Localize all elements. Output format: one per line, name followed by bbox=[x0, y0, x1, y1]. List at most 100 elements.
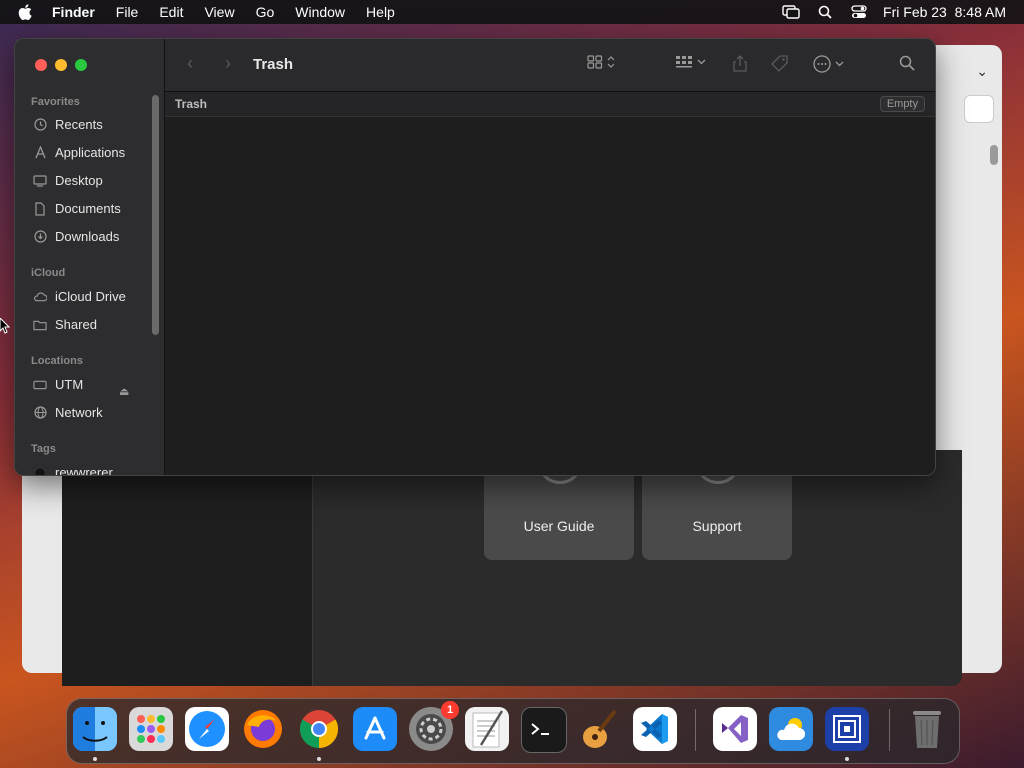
finder-icon bbox=[73, 707, 117, 751]
remote-desktop-icon bbox=[833, 715, 861, 743]
more-actions-icon[interactable] bbox=[813, 55, 844, 73]
view-mode-icon[interactable] bbox=[587, 55, 615, 69]
sidebar-item-label: Downloads bbox=[55, 229, 120, 244]
launchpad-icon bbox=[137, 715, 165, 743]
sidebar-item-label: Desktop bbox=[55, 173, 103, 188]
close-button[interactable] bbox=[35, 59, 47, 71]
applications-icon bbox=[33, 146, 47, 160]
empty-trash-button[interactable]: Empty bbox=[879, 96, 925, 112]
sidebar-item-recents[interactable]: Recents bbox=[33, 117, 103, 132]
chevron-down-icon[interactable]: ⌄ bbox=[976, 63, 988, 80]
finder-toolbar: ‹ › Trash bbox=[165, 39, 935, 92]
menu-help[interactable]: Help bbox=[366, 4, 395, 20]
window-title: Trash bbox=[253, 56, 294, 73]
menu-file[interactable]: File bbox=[116, 4, 139, 20]
sidebar-item-label: Documents bbox=[55, 201, 121, 216]
document-icon bbox=[33, 201, 47, 216]
sidebar-item-label: Network bbox=[55, 405, 103, 420]
dock-visual-studio[interactable] bbox=[713, 707, 757, 751]
search-icon[interactable] bbox=[899, 55, 915, 71]
sidebar-item-desktop[interactable]: Desktop bbox=[33, 173, 103, 188]
dock-remote-desktop[interactable] bbox=[825, 707, 869, 751]
sidebar-scrollbar[interactable] bbox=[152, 95, 159, 335]
icloud-header: iCloud bbox=[31, 267, 66, 279]
terminal-icon bbox=[531, 723, 549, 735]
sidebar-item-icloud-drive[interactable]: iCloud Drive bbox=[33, 289, 126, 304]
tags-header: Tags bbox=[31, 443, 56, 455]
eject-icon[interactable]: ⏏ bbox=[119, 385, 129, 398]
menu-view[interactable]: View bbox=[204, 4, 234, 20]
tag-icon[interactable] bbox=[771, 55, 788, 72]
dock: 1 bbox=[66, 698, 960, 764]
sidebar-item-utm[interactable]: UTM bbox=[33, 377, 83, 392]
dock-textedit[interactable] bbox=[465, 707, 509, 751]
dock-firefox[interactable] bbox=[241, 707, 285, 751]
menu-window[interactable]: Window bbox=[295, 4, 345, 20]
spotlight-search-icon[interactable] bbox=[815, 4, 835, 20]
screen-mirroring-icon[interactable] bbox=[781, 4, 801, 20]
notification-badge: 1 bbox=[441, 701, 459, 719]
dock-system-settings[interactable]: 1 bbox=[409, 701, 459, 751]
dock-app-store[interactable] bbox=[353, 707, 397, 751]
dock-trash[interactable] bbox=[905, 707, 949, 751]
tag-dot-icon bbox=[33, 466, 47, 475]
dock-finder[interactable] bbox=[73, 707, 117, 751]
dock-garageband[interactable] bbox=[577, 707, 621, 751]
scrollbar[interactable] bbox=[990, 145, 998, 165]
back-arrow-icon[interactable]: ‹ bbox=[187, 53, 193, 74]
safari-icon bbox=[189, 711, 225, 747]
menu-app-name[interactable]: Finder bbox=[52, 4, 95, 20]
trash-icon bbox=[913, 711, 941, 748]
forward-arrow-icon[interactable]: › bbox=[225, 53, 231, 74]
menu-bar-clock[interactable]: Fri Feb 23 8:48 AM bbox=[883, 4, 1006, 20]
file-list-area[interactable] bbox=[165, 117, 935, 475]
menu-bar: Finder File Edit View Go Window Help Fri… bbox=[0, 0, 1024, 24]
support-window: User Guide Support bbox=[62, 438, 962, 686]
sidebar-item-label: Shared bbox=[55, 317, 97, 332]
sidebar-item-applications[interactable]: Applications bbox=[33, 145, 125, 160]
menu-edit[interactable]: Edit bbox=[159, 4, 183, 20]
mouse-cursor-icon bbox=[0, 318, 10, 334]
control-center-icon[interactable] bbox=[849, 4, 869, 20]
more-options-button[interactable] bbox=[964, 95, 994, 123]
sidebar-item-tag[interactable]: rewwrerer bbox=[33, 465, 113, 475]
dock-safari[interactable] bbox=[185, 707, 229, 751]
minimize-button[interactable] bbox=[55, 59, 67, 71]
sidebar-item-documents[interactable]: Documents bbox=[33, 201, 121, 216]
drive-icon bbox=[33, 378, 47, 392]
garageband-icon bbox=[583, 709, 617, 748]
dock-separator bbox=[889, 709, 890, 751]
appstore-icon bbox=[364, 716, 386, 740]
support-label: Support bbox=[692, 518, 742, 534]
cloud-icon bbox=[33, 290, 47, 304]
dock-vscode[interactable] bbox=[633, 707, 677, 751]
dock-terminal[interactable] bbox=[521, 707, 567, 753]
dock-chrome[interactable] bbox=[297, 707, 341, 751]
share-icon[interactable] bbox=[733, 55, 747, 72]
zoom-button[interactable] bbox=[75, 59, 87, 71]
download-icon bbox=[33, 230, 47, 244]
group-by-icon[interactable] bbox=[675, 55, 706, 69]
location-label: Trash bbox=[175, 97, 208, 111]
running-indicator bbox=[845, 757, 849, 761]
textedit-icon bbox=[472, 710, 504, 748]
running-indicator bbox=[317, 757, 321, 761]
apple-menu-icon[interactable] bbox=[18, 4, 36, 20]
sidebar-item-label: UTM bbox=[55, 377, 84, 392]
menu-go[interactable]: Go bbox=[256, 4, 275, 20]
running-indicator bbox=[93, 757, 97, 761]
dock-launchpad[interactable] bbox=[129, 707, 173, 751]
user-guide-label: User Guide bbox=[523, 518, 595, 534]
favorites-header: Favorites bbox=[31, 96, 80, 108]
sidebar-item-network[interactable]: Network bbox=[33, 405, 103, 420]
sidebar-item-label: iCloud Drive bbox=[55, 289, 126, 304]
sidebar-item-label: Applications bbox=[55, 145, 126, 160]
sidebar-item-downloads[interactable]: Downloads bbox=[33, 229, 119, 244]
finder-window: Favorites Recents Applications Desktop D… bbox=[14, 38, 936, 476]
vscode-icon bbox=[641, 714, 668, 744]
sidebar-item-shared[interactable]: Shared bbox=[33, 317, 97, 332]
weather-icon bbox=[777, 718, 805, 740]
clock-icon bbox=[33, 118, 47, 132]
firefox-icon bbox=[244, 710, 282, 748]
dock-weather[interactable] bbox=[769, 707, 813, 751]
